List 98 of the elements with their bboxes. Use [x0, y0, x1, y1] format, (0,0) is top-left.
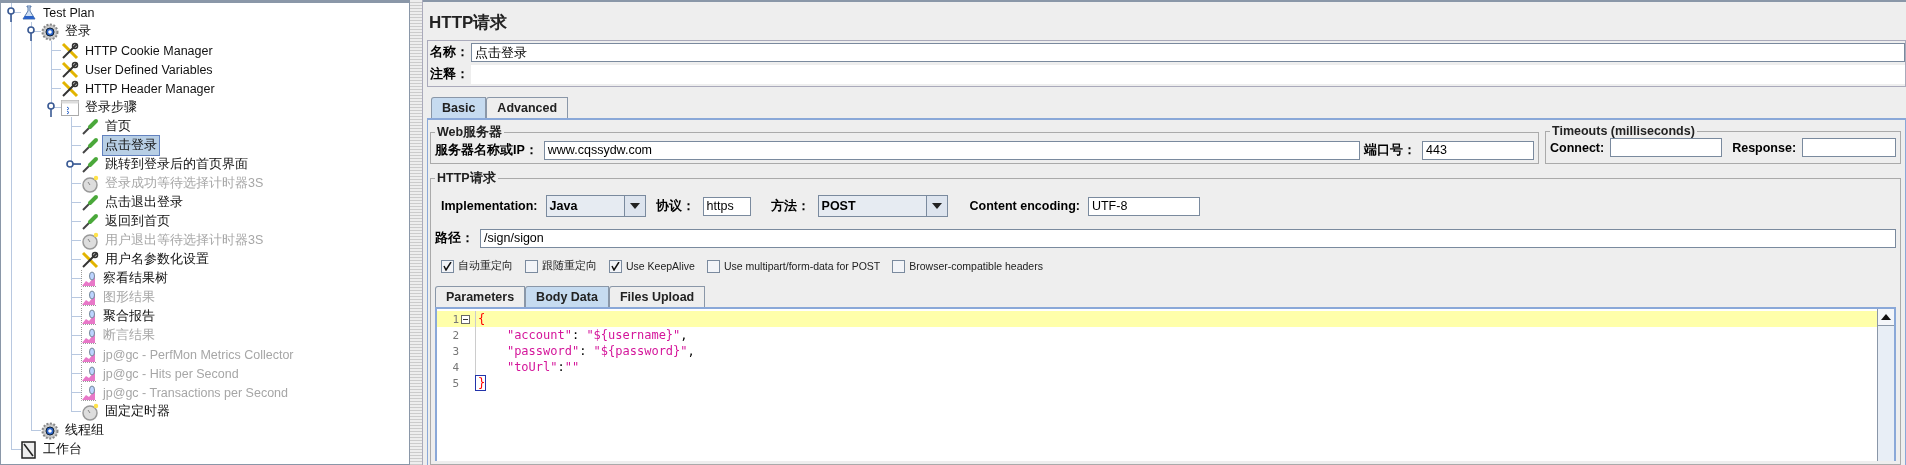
flask-icon	[21, 4, 37, 21]
tree-item[interactable]: 点击退出登录	[102, 192, 186, 213]
line-number: 5	[451, 376, 460, 390]
tab[interactable]: Files Upload	[608, 286, 706, 307]
path-field[interactable]: /sign/sigon	[480, 229, 1896, 248]
line-number: 4	[451, 360, 460, 374]
dropper-icon	[81, 155, 99, 174]
tools-icon	[61, 60, 79, 79]
section-title: HTTP请求	[436, 170, 497, 187]
line-number: 3	[451, 344, 460, 358]
encoding-label: Content encoding:	[969, 199, 1081, 213]
name-label: 名称：	[430, 44, 470, 61]
tab[interactable]: Parameters	[435, 286, 526, 307]
dropdown-arrow-icon	[629, 203, 640, 209]
checkbox[interactable]: 跟随重定向	[525, 259, 597, 273]
tools-icon	[61, 41, 79, 60]
section-title: Timeouts (milliseconds)	[1551, 124, 1696, 138]
method-dropdown[interactable]: POST	[817, 195, 948, 217]
tree-item[interactable]: 用户名参数化设置	[102, 249, 212, 270]
section-title: Web服务器	[436, 124, 504, 141]
stopwatch-icon	[81, 231, 99, 250]
dropper-icon	[81, 212, 99, 231]
stopwatch-icon	[81, 174, 99, 193]
checkbox[interactable]: Use multipart/form-data for POST	[706, 259, 881, 273]
check-icon	[611, 261, 620, 271]
toggle-icon[interactable]	[66, 159, 81, 170]
panel-icon	[61, 99, 79, 116]
chart-icon	[81, 289, 97, 306]
tree-item[interactable]: 登录步骤	[82, 97, 140, 118]
tab[interactable]: Body Data	[525, 286, 609, 307]
server-field[interactable]: www.cqssydw.com	[543, 141, 1360, 160]
chart-icon	[81, 346, 97, 363]
chart-icon	[81, 365, 97, 382]
chart-icon	[81, 270, 97, 287]
gear-icon	[41, 22, 59, 41]
tools-icon	[81, 250, 99, 269]
tree-item[interactable]: 聚合报告	[100, 306, 158, 327]
chart-icon	[81, 384, 97, 401]
port-label: 端口号：	[1364, 142, 1417, 159]
tree-item[interactable]: 线程组	[62, 420, 107, 441]
stopwatch-icon	[81, 402, 99, 421]
port-field[interactable]: 443	[1422, 141, 1534, 160]
path-label: 路径：	[435, 230, 475, 247]
scrollbar[interactable]	[1877, 309, 1894, 461]
dropper-icon	[81, 136, 99, 155]
tree-item[interactable]: User Defined Variables	[82, 60, 216, 79]
panel-title: HTTP请求	[429, 12, 509, 34]
line-number: 1	[451, 312, 460, 326]
tree-item[interactable]: 工作台	[40, 439, 85, 460]
scroll-up-icon[interactable]	[1881, 314, 1891, 320]
dropdown-arrow-icon	[931, 203, 942, 209]
tree-item[interactable]: 察看结果树	[100, 268, 171, 289]
dropper-icon	[81, 193, 99, 212]
notepad-icon	[21, 440, 37, 459]
dropper-icon	[81, 117, 99, 136]
name-field[interactable]: 点击登录	[471, 43, 1905, 62]
checkbox[interactable]: Browser-compatible headers	[892, 259, 1043, 273]
check-icon	[443, 261, 452, 271]
protocol-field[interactable]: https	[702, 196, 751, 216]
connect-field[interactable]	[1610, 138, 1723, 157]
gear-icon	[41, 421, 59, 440]
tree-item[interactable]: 跳转到登录后的首页界面	[102, 154, 251, 175]
toggle-icon[interactable]	[26, 26, 37, 41]
protocol-label: 协议：	[655, 197, 696, 215]
checkbox[interactable]: Use KeepAlive	[609, 259, 695, 273]
comment-label: 注释：	[430, 66, 470, 83]
implementation-label: Implementation:	[441, 199, 539, 213]
implementation-dropdown[interactable]: Java	[545, 195, 646, 217]
chart-icon	[81, 327, 97, 344]
code-line: }	[476, 376, 486, 390]
connect-label: Connect:	[1550, 140, 1606, 155]
toggle-icon[interactable]	[46, 102, 57, 117]
tree-item[interactable]: Test Plan	[40, 3, 98, 22]
code-line: "toUrl":""	[505, 360, 580, 374]
tab[interactable]: Basic	[431, 97, 487, 118]
tree-item[interactable]: 点击登录	[102, 135, 160, 156]
tree-item[interactable]: 登录	[62, 21, 94, 42]
tree-item[interactable]: HTTP Header Manager	[82, 79, 218, 98]
checkbox[interactable]: 自动重定向	[441, 259, 513, 273]
encoding-field[interactable]: UTF-8	[1087, 196, 1200, 216]
tree-item[interactable]: 固定定时器	[102, 401, 173, 422]
tools-icon	[61, 79, 79, 98]
tree-item[interactable]: 首页	[102, 116, 134, 137]
line-number: 2	[451, 328, 460, 342]
tree-item[interactable]: HTTP Cookie Manager	[82, 41, 216, 60]
tree-item[interactable]: 返回到首页	[102, 211, 173, 232]
response-field[interactable]	[1802, 138, 1896, 157]
code-line: "account": "${username}",	[505, 328, 688, 342]
toggle-icon[interactable]	[6, 7, 17, 22]
code-line: "password": "${password}",	[505, 344, 695, 358]
tab[interactable]: Advanced	[486, 97, 569, 118]
server-label: 服务器名称或IP：	[435, 142, 539, 159]
code-line: {	[477, 312, 486, 326]
comment-field[interactable]	[471, 65, 1905, 84]
method-label: 方法：	[770, 197, 811, 215]
response-label: Response:	[1732, 140, 1798, 155]
fold-icon[interactable]	[461, 314, 470, 324]
chart-icon	[81, 308, 97, 325]
